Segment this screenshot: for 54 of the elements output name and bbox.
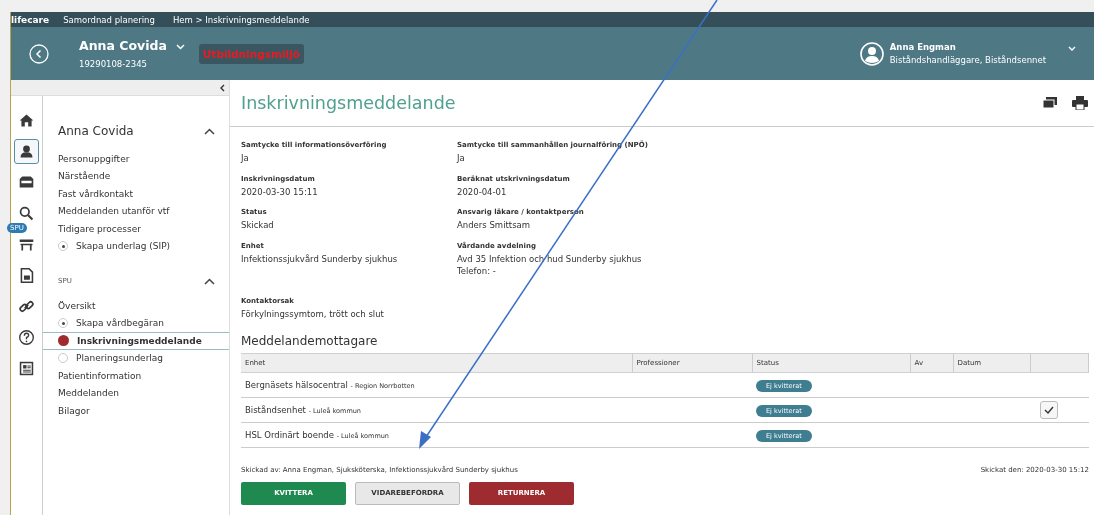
sidebar-item[interactable]: Personuppgifter <box>43 150 229 168</box>
collapse-caret-icon[interactable] <box>204 127 215 135</box>
field-value: Anders Smittsam <box>457 220 532 231</box>
sidebar-item[interactable]: Fast vårdkontakt <box>43 185 229 203</box>
user-role: Biståndshandläggare, Biståndsennet <box>889 55 1046 65</box>
link-icon <box>18 298 35 315</box>
breadcrumb[interactable]: Hem > Inskrivningsmeddelande <box>172 14 310 25</box>
chevron-down-icon[interactable] <box>1068 46 1076 51</box>
document-icon <box>18 267 35 284</box>
section-title: Anna Covida <box>58 124 134 138</box>
chevron-down-icon[interactable] <box>175 43 185 50</box>
collapse-icon[interactable] <box>219 83 225 92</box>
copy-icon[interactable] <box>1042 96 1058 110</box>
field-value: 2020-03-30 15:11 <box>241 186 319 198</box>
field-value: Avd 35 Infektion och hud Sunderby sjukhus <box>457 253 643 265</box>
environment-badge: Utbildningsmiljö <box>198 43 304 64</box>
field-value: 2020-04-01 <box>457 186 508 198</box>
page-title: Inskrivningsmeddelande <box>241 93 456 113</box>
help-icon <box>18 329 35 346</box>
checkmark-icon <box>1044 405 1054 414</box>
avatar-icon[interactable] <box>859 41 884 66</box>
sidebar-item[interactable]: Översikt <box>43 297 229 315</box>
brand-logo: lifecare <box>11 14 50 25</box>
sidebar-item[interactable]: Närstående <box>43 167 229 185</box>
inbox-icon <box>18 174 35 191</box>
field-value: Förkylningssymtom, trött och slut <box>241 309 385 320</box>
sidebar-item[interactable]: Skapa vårdbegäran <box>76 318 164 329</box>
sidebar-item[interactable]: Patientinformation <box>43 367 229 385</box>
person-icon <box>18 143 35 160</box>
field-value: Telefon: - <box>457 265 497 277</box>
user-name: Anna Engman <box>889 42 957 52</box>
sidebar-item[interactable]: Meddelanden utanför vtf <box>43 202 229 220</box>
checkbox[interactable] <box>1040 400 1058 419</box>
field-value: Skickad <box>241 220 275 231</box>
field-value: Ja <box>457 153 466 164</box>
collapse-caret-icon[interactable] <box>204 277 215 285</box>
nav-button[interactable] <box>14 139 39 164</box>
sidebar-item[interactable]: Planeringsunderlag <box>43 349 229 367</box>
section-title: Meddelandemottagare <box>241 333 379 348</box>
sidebar-item[interactable]: Bilagor <box>43 402 229 420</box>
patient-id: 19290108-2345 <box>79 59 148 69</box>
field-value: Infektionssjukvård Sunderby sjukhus <box>241 253 399 265</box>
patient-name: Anna Covida <box>79 38 167 53</box>
back-icon[interactable] <box>29 43 49 64</box>
print-icon[interactable] <box>1072 96 1088 110</box>
search-icon <box>18 205 35 222</box>
sidebar-item[interactable]: Skapa underlag (SIP) <box>76 241 171 252</box>
sidebar-item[interactable]: Meddelanden <box>43 384 229 402</box>
sidebar-item[interactable]: Tidigare processer <box>43 220 229 238</box>
field-value: Ja <box>241 153 250 164</box>
sidebar-item[interactable]: Inskrivningsmeddelande <box>43 332 229 350</box>
home-icon <box>18 112 35 129</box>
module-name: Samordnad planering <box>63 14 155 25</box>
newspaper-icon <box>18 360 35 377</box>
